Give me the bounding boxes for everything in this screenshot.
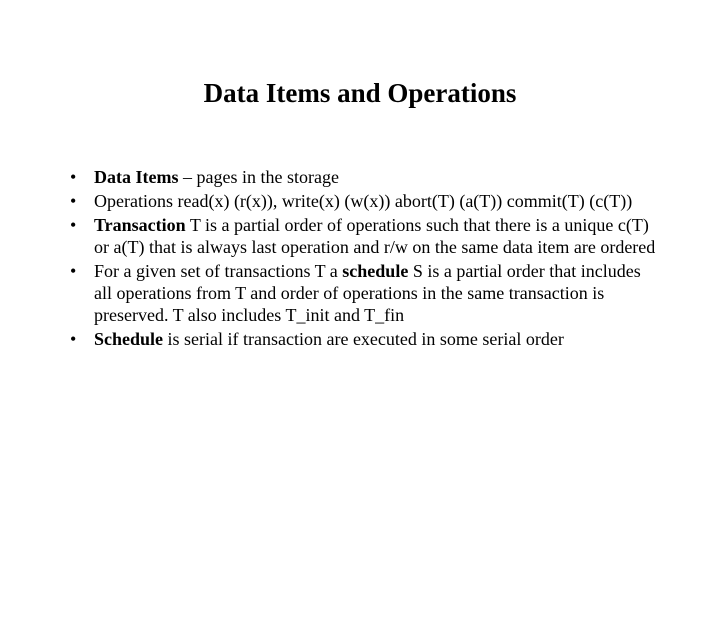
text-segment: For a given set of transactions T a xyxy=(94,261,342,281)
slide-body: Data Items – pages in the storageOperati… xyxy=(0,167,720,351)
text-segment: is serial if transaction are executed in… xyxy=(163,329,564,349)
bullet-item: Schedule is serial if transaction are ex… xyxy=(60,329,660,351)
text-segment: Data Items xyxy=(94,167,178,187)
text-segment: Schedule xyxy=(94,329,163,349)
bullet-item: Transaction T is a partial order of oper… xyxy=(60,215,660,259)
slide: Data Items and Operations Data Items – p… xyxy=(0,78,720,618)
text-segment: schedule xyxy=(342,261,408,281)
bullet-item: Data Items – pages in the storage xyxy=(60,167,660,189)
bullet-list: Data Items – pages in the storageOperati… xyxy=(60,167,660,351)
bullet-item: Operations read(x) (r(x)), write(x) (w(x… xyxy=(60,191,660,213)
text-segment: Transaction xyxy=(94,215,186,235)
text-segment: – pages in the storage xyxy=(178,167,338,187)
text-segment: Operations read(x) (r(x)), write(x) (w(x… xyxy=(94,191,632,211)
bullet-item: For a given set of transactions T a sche… xyxy=(60,261,660,327)
slide-title: Data Items and Operations xyxy=(0,78,720,109)
